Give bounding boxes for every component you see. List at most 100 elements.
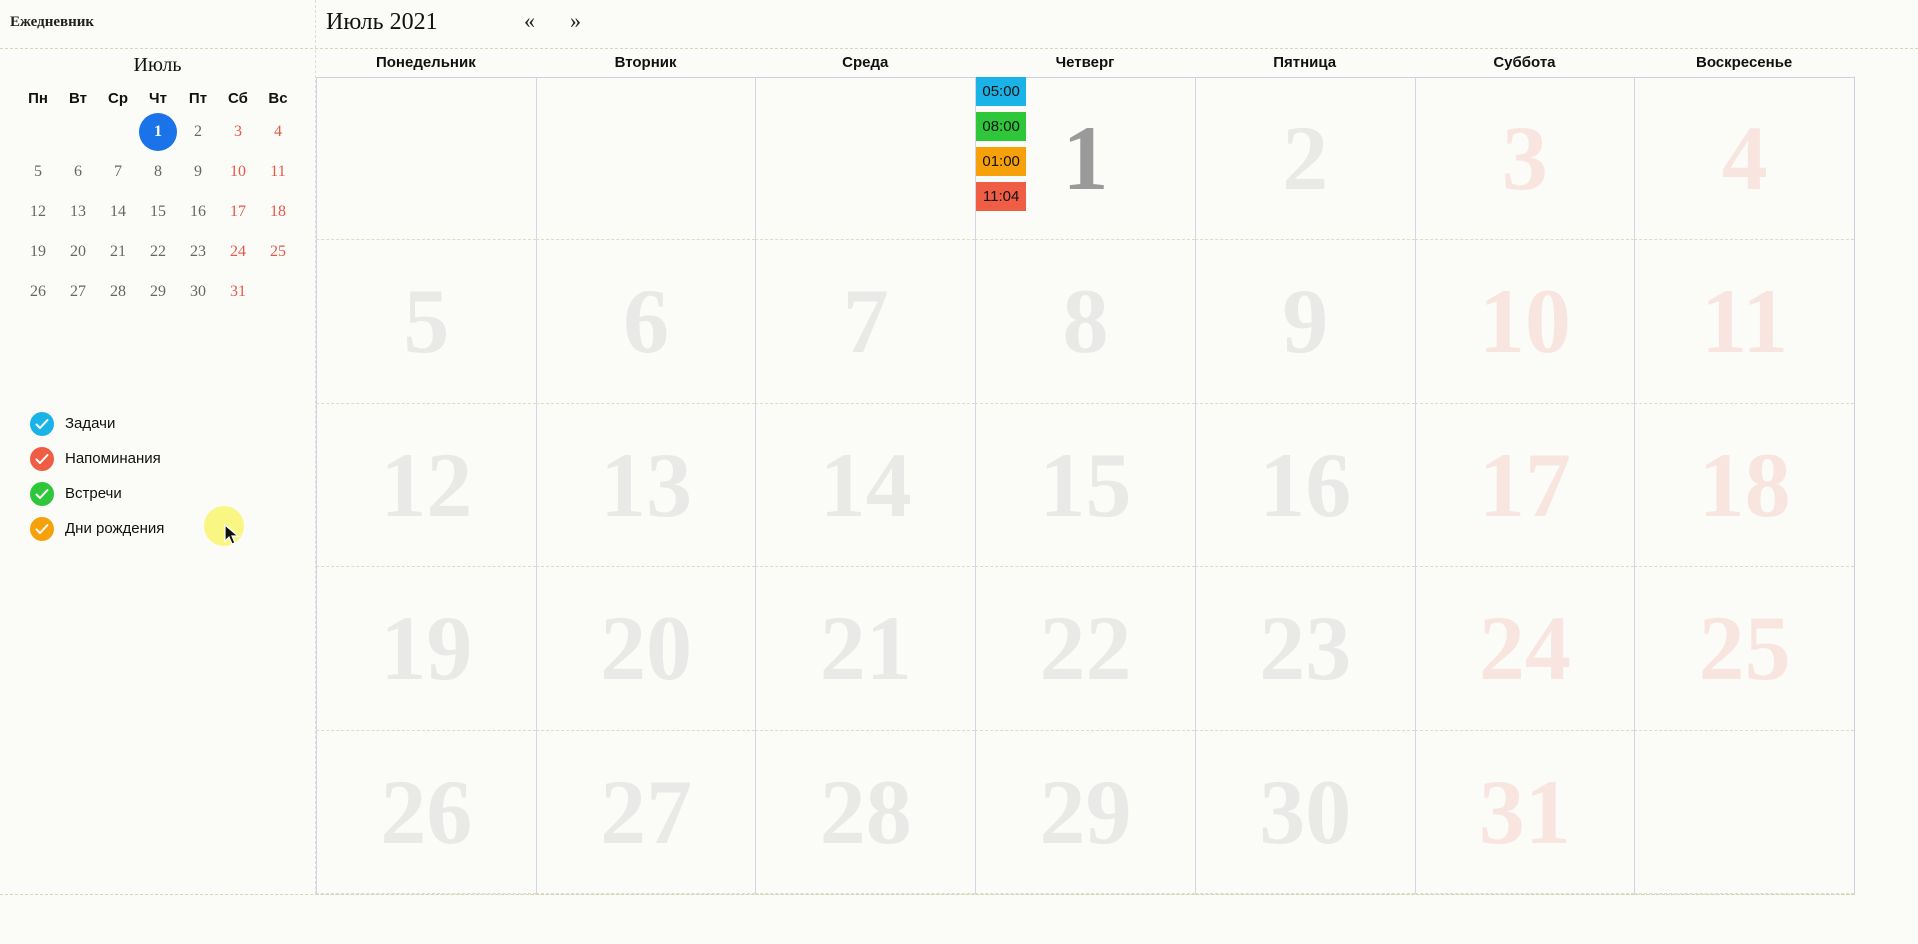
mini-weekday-label: Пн xyxy=(28,90,48,107)
prev-month-button[interactable]: « xyxy=(524,10,535,32)
mini-day-16[interactable]: 16 xyxy=(178,192,218,232)
day-number: 22 xyxy=(1039,597,1132,700)
legend-item[interactable]: Дни рождения xyxy=(30,511,164,546)
mini-day-28[interactable]: 28 xyxy=(98,272,138,312)
mini-weekday-label: Вт xyxy=(69,90,87,107)
mini-day-number: 29 xyxy=(150,283,166,300)
calendar-legend: Задачи Напоминания Встречи Дни рождения xyxy=(30,406,164,546)
mini-day-10[interactable]: 10 xyxy=(218,152,258,192)
mini-day-number: 3 xyxy=(234,123,242,140)
mini-day-14[interactable]: 14 xyxy=(98,192,138,232)
day-number: 8 xyxy=(1062,270,1109,373)
mini-day-21[interactable]: 21 xyxy=(98,232,138,272)
day-cell-28[interactable]: 28 xyxy=(755,730,976,894)
day-cell-19[interactable]: 19 xyxy=(316,567,536,731)
day-cell-13[interactable]: 13 xyxy=(535,403,756,568)
day-number: 24 xyxy=(1478,597,1571,700)
day-number: 17 xyxy=(1478,433,1571,536)
day-number: 28 xyxy=(819,760,912,863)
day-cell-9[interactable]: 9 xyxy=(1194,240,1415,404)
mini-day-27[interactable]: 27 xyxy=(58,272,98,312)
event-chip[interactable]: 08:00 xyxy=(976,112,1027,141)
mini-day-19[interactable]: 19 xyxy=(18,232,58,272)
mini-day-31[interactable]: 31 xyxy=(218,272,258,312)
legend-item[interactable]: Встречи xyxy=(30,476,164,511)
checkmark-icon[interactable] xyxy=(30,516,54,541)
day-cell-7[interactable]: 7 xyxy=(755,240,976,404)
mini-day-7[interactable]: 7 xyxy=(98,152,138,192)
mini-day-4[interactable]: 4 xyxy=(258,112,298,152)
legend-label: Дни рождения xyxy=(65,520,165,537)
day-cell-4[interactable]: 4 xyxy=(1634,77,1854,241)
mini-day-12[interactable]: 12 xyxy=(18,192,58,232)
mini-day-15[interactable]: 15 xyxy=(138,192,178,232)
mini-day-20[interactable]: 20 xyxy=(58,232,98,272)
mini-day-9[interactable]: 9 xyxy=(178,152,218,192)
day-cell-5[interactable]: 5 xyxy=(316,240,536,404)
mini-day-number: 11 xyxy=(270,163,286,180)
day-cell-25[interactable]: 25 xyxy=(1634,567,1854,731)
day-cell-11[interactable]: 11 xyxy=(1634,240,1854,404)
month-grid: 1 05:00 08:00 01:00 11:04 2 3 4 5 6 7 8 9 10 11 12 13 14 1… xyxy=(316,77,1855,895)
mini-day-30[interactable]: 30 xyxy=(178,272,218,312)
mini-day-number: 27 xyxy=(70,283,86,300)
legend-item[interactable]: Напоминания xyxy=(30,441,164,476)
day-cell-27[interactable]: 27 xyxy=(535,730,756,894)
legend-item[interactable]: Задачи xyxy=(30,406,164,441)
day-cell-17[interactable]: 17 xyxy=(1414,403,1635,568)
month-title: Июль 2021 xyxy=(326,9,438,35)
day-cell-3[interactable]: 3 xyxy=(1414,77,1635,241)
day-cell-30[interactable]: 30 xyxy=(1194,730,1415,894)
mini-day-22[interactable]: 22 xyxy=(138,232,178,272)
next-month-button[interactable]: » xyxy=(570,10,581,32)
mini-day-23[interactable]: 23 xyxy=(178,232,218,272)
day-cell-24[interactable]: 24 xyxy=(1414,567,1635,731)
day-cell-22[interactable]: 22 xyxy=(975,567,1195,731)
weekday-header: Понедельник Вторник Среда Четверг Пятница Суб… xyxy=(316,49,1854,78)
day-cell-2[interactable]: 2 xyxy=(1194,77,1415,241)
day-cell-12[interactable]: 12 xyxy=(316,403,536,568)
mini-day-8[interactable]: 8 xyxy=(138,152,178,192)
day-number: 20 xyxy=(600,597,693,700)
mini-day-number: 26 xyxy=(30,283,46,300)
day-cell-23[interactable]: 23 xyxy=(1194,567,1415,731)
checkmark-icon[interactable] xyxy=(30,481,54,506)
mini-day-number: 2 xyxy=(194,123,202,140)
day-cell-26[interactable]: 26 xyxy=(316,730,536,894)
mini-day-3[interactable]: 3 xyxy=(218,112,258,152)
checkmark-icon[interactable] xyxy=(30,411,54,436)
day-cell-20[interactable]: 20 xyxy=(535,567,756,731)
mini-day-2[interactable]: 2 xyxy=(178,112,218,152)
mini-day-26[interactable]: 26 xyxy=(18,272,58,312)
mini-calendar: Пн Вт Ср Чт Пт Сб Вс 1 2 3 4 5 6 7 8 9 10 11 12 13 14 15 16 17 1… xyxy=(18,86,298,312)
event-chip[interactable]: 05:00 xyxy=(976,77,1027,106)
day-cell-21[interactable]: 21 xyxy=(755,567,976,731)
mini-day-1[interactable]: 1 xyxy=(138,112,178,152)
day-cell-18[interactable]: 18 xyxy=(1634,403,1854,568)
mini-day-24[interactable]: 24 xyxy=(218,232,258,272)
day-cell-16[interactable]: 16 xyxy=(1194,403,1415,568)
top-bar: Ежедневник Июль 2021 « » xyxy=(0,0,1918,49)
mini-day-number: 10 xyxy=(230,163,246,180)
event-chip[interactable]: 11:04 xyxy=(976,182,1027,211)
mini-day-5[interactable]: 5 xyxy=(18,152,58,192)
mini-day-29[interactable]: 29 xyxy=(138,272,178,312)
day-cell-8[interactable]: 8 xyxy=(975,240,1195,404)
event-chip[interactable]: 01:00 xyxy=(976,147,1027,176)
mini-day-13[interactable]: 13 xyxy=(58,192,98,232)
day-cell-31[interactable]: 31 xyxy=(1414,730,1635,894)
mini-day-18[interactable]: 18 xyxy=(258,192,298,232)
day-cell-1[interactable]: 1 05:00 08:00 01:00 11:04 xyxy=(975,77,1195,241)
day-cell-29[interactable]: 29 xyxy=(975,730,1195,894)
mini-day-25[interactable]: 25 xyxy=(258,232,298,272)
legend-label: Задачи xyxy=(65,415,116,432)
day-cell-10[interactable]: 10 xyxy=(1414,240,1635,404)
weekday-label: Среда xyxy=(842,54,889,71)
checkmark-icon[interactable] xyxy=(30,446,54,471)
day-cell-6[interactable]: 6 xyxy=(535,240,756,404)
mini-day-6[interactable]: 6 xyxy=(58,152,98,192)
day-cell-14[interactable]: 14 xyxy=(755,403,976,568)
mini-day-11[interactable]: 11 xyxy=(258,152,298,192)
day-cell-15[interactable]: 15 xyxy=(975,403,1195,568)
mini-day-17[interactable]: 17 xyxy=(218,192,258,232)
